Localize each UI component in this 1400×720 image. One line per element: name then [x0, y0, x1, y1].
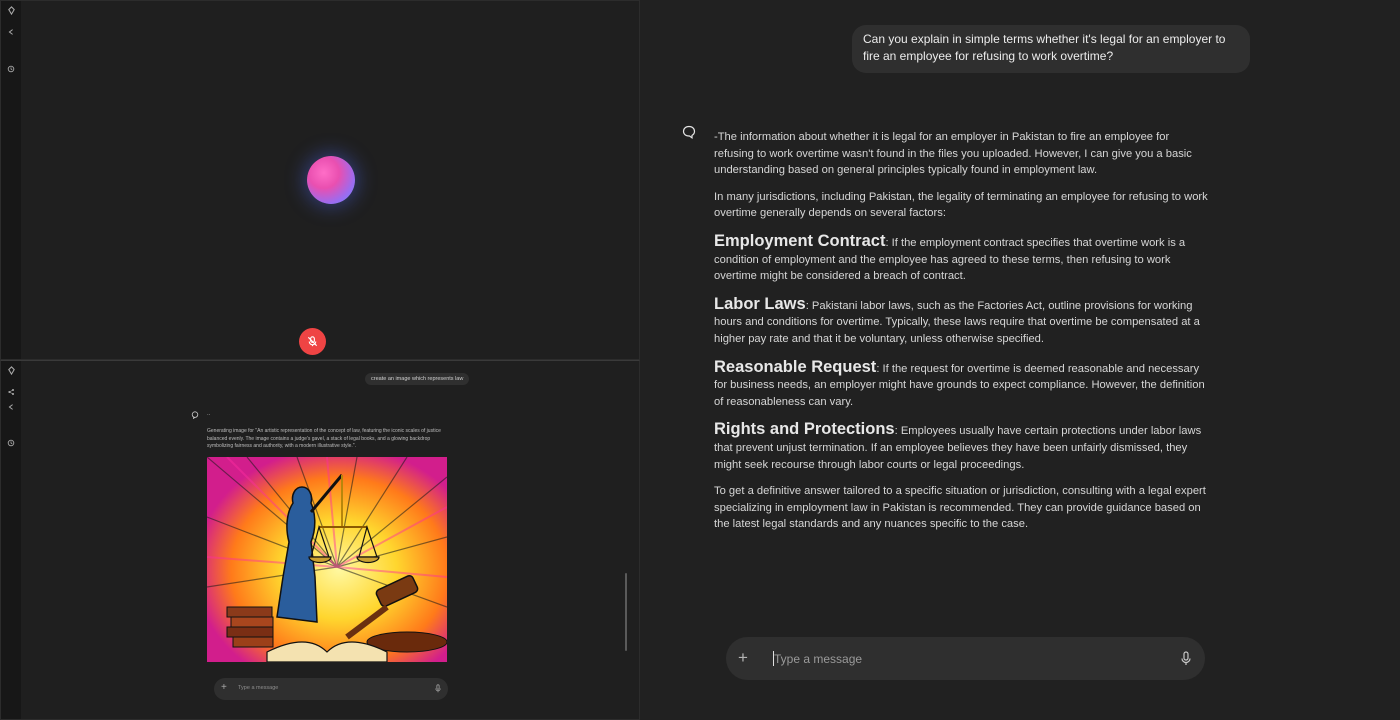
mini-message-composer[interactable]: + Type a message — [214, 678, 448, 700]
back-icon[interactable] — [5, 403, 17, 415]
plus-icon[interactable]: + — [221, 682, 227, 693]
section-employment-contract: Employment Contract: If the employment c… — [714, 232, 1208, 285]
section-reasonable-request: Reasonable Request: If the request for o… — [714, 358, 1208, 411]
answer-intro: -The information about whether it is leg… — [714, 131, 1192, 177]
app-root: create an image which represents law .. … — [0, 0, 1400, 720]
message-composer: + — [726, 637, 1205, 680]
mic-icon[interactable] — [434, 684, 442, 693]
section-labor-laws: Labor Laws: Pakistani labor laws, such a… — [714, 295, 1208, 348]
image-chat-pane: create an image which represents law .. … — [0, 360, 640, 720]
mini-scrollbar[interactable] — [625, 573, 627, 651]
logo-icon[interactable] — [5, 366, 17, 378]
main-chat: Can you explain in simple terms whether … — [640, 0, 1400, 720]
share-icon[interactable] — [5, 388, 17, 400]
mic-off-icon — [307, 336, 318, 347]
image-generation-description: Generating image for "An artistic repres… — [207, 428, 441, 449]
section-heading: Rights and Protections — [714, 420, 895, 439]
answer-conclusion: To get a definitive answer tailored to a… — [714, 485, 1206, 531]
section-heading: Employment Contract — [714, 231, 886, 250]
mini-bot-status: .. — [207, 411, 211, 417]
voice-mode-pane — [0, 0, 640, 360]
section-heading: Reasonable Request — [714, 357, 877, 376]
answer-factors-lead: In many jurisdictions, including Pakista… — [714, 190, 1208, 220]
mute-mic-button[interactable] — [299, 328, 326, 355]
user-message: Can you explain in simple terms whether … — [852, 25, 1250, 73]
assistant-icon — [191, 411, 199, 419]
logo-icon[interactable] — [5, 6, 17, 18]
voice-pane-sidebar — [1, 1, 21, 359]
image-pane-sidebar — [1, 361, 21, 719]
history-icon[interactable] — [5, 439, 17, 451]
history-icon[interactable] — [5, 65, 17, 77]
mini-message-placeholder: Type a message — [238, 685, 279, 691]
section-rights-and-protections: Rights and Protections: Employees usuall… — [714, 420, 1208, 473]
back-icon[interactable] — [5, 28, 17, 40]
message-input[interactable] — [774, 648, 1154, 669]
generated-law-image[interactable] — [207, 457, 447, 662]
left-preview-column: create an image which represents law .. … — [0, 0, 640, 720]
assistant-icon — [682, 125, 696, 139]
plus-icon[interactable]: + — [738, 648, 748, 668]
mic-icon[interactable] — [1180, 651, 1192, 666]
section-heading: Labor Laws — [714, 294, 806, 313]
voice-orb — [307, 156, 355, 204]
mini-user-message: create an image which represents law — [365, 373, 470, 385]
assistant-answer: -The information about whether it is leg… — [714, 129, 1208, 543]
